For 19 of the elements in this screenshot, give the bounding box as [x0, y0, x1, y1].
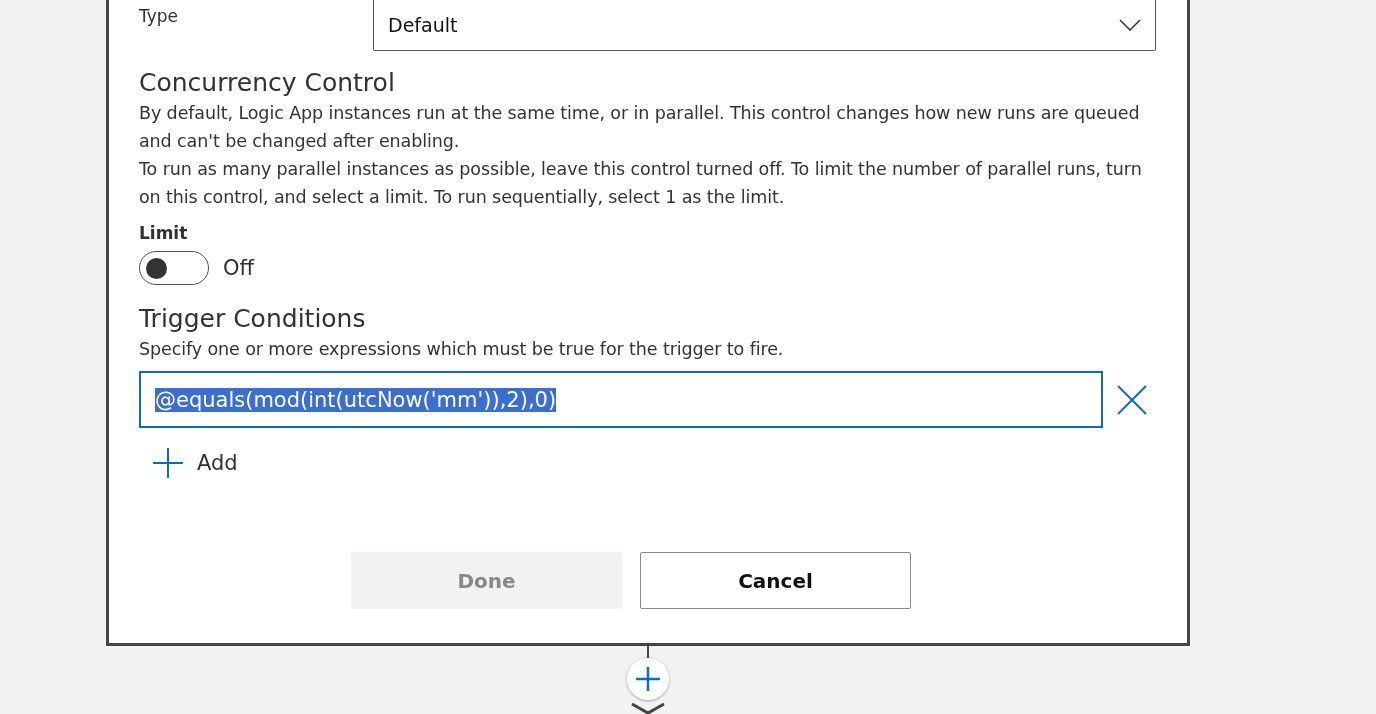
plus-icon — [153, 448, 183, 478]
type-dropdown[interactable]: Default — [373, 0, 1156, 51]
section-heading: Concurrency Control — [139, 67, 396, 99]
chevron-down-icon — [630, 702, 666, 714]
close-icon[interactable] — [1117, 384, 1147, 415]
expression-input-field[interactable]: @equals(mod(int(utcNow('mm')),2),0) — [139, 371, 1103, 428]
description-text: Specify one or more expressions which must be true for the trigger to fire. — [139, 338, 785, 361]
add-button[interactable]: Add — [153, 448, 238, 478]
toggle-state-label: Off — [223, 256, 254, 280]
chevron-down-icon — [1119, 19, 1141, 31]
type-label: Type — [139, 5, 180, 28]
add-step-button[interactable] — [627, 658, 669, 700]
section-heading: Trigger Conditions — [139, 303, 367, 335]
plus-icon — [635, 666, 661, 692]
description-text: To run as many parallel instances as possible, leave this control turned off. To limit the number of parallel runs, turn on this control, and select a limit. To run sequentially, select 1 as the limit. — [139, 158, 1143, 209]
limit-toggle[interactable] — [139, 251, 209, 285]
dialog-button[interactable]: Cancel — [640, 552, 911, 609]
description-text: By default, Logic App instances run at the same time, or in parallel. This control changes how new runs are queued and can't be changed after enabling. — [139, 102, 1141, 153]
limit-label: Limit — [139, 222, 189, 245]
